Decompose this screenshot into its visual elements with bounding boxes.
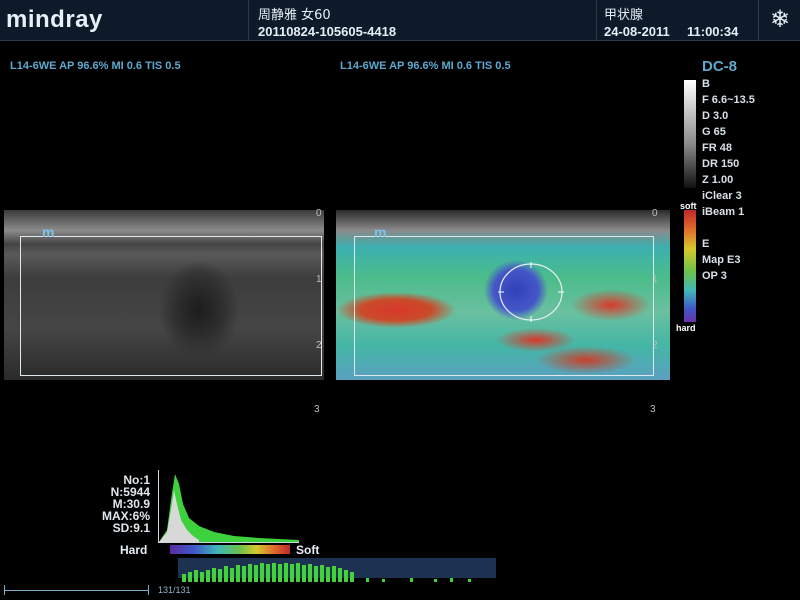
- elasticity-color-bar: [684, 210, 696, 322]
- left-roi-box[interactable]: [20, 236, 322, 376]
- param-line: D 3.0: [702, 110, 729, 122]
- right-orientation-marker: m: [374, 224, 387, 240]
- lesion-roi-circle[interactable]: [498, 262, 564, 322]
- param-line: iBeam 1: [702, 206, 745, 218]
- preset-title: DC-8: [702, 58, 738, 75]
- colorbar-hard-label: hard: [676, 323, 696, 333]
- patient-name: 周静雅 女60: [258, 8, 331, 23]
- param-line: [702, 220, 755, 236]
- frame-counter: 131/131: [158, 585, 191, 595]
- header-divider: [758, 0, 759, 40]
- exam-type: 甲状腺: [604, 8, 644, 23]
- param-line: G 65: [702, 126, 726, 138]
- strain-statistics: No:1 N:5944 M:30.9 MAX:6% SD:9.1: [60, 474, 150, 534]
- imaging-parameters: B F 6.6~13.5 D 3.0 G 65 FR 48 DR 150 Z 1…: [702, 76, 755, 284]
- brand-logo: mindray: [6, 6, 103, 33]
- cine-timeline[interactable]: [4, 590, 149, 591]
- param-line: DR 150: [702, 158, 740, 170]
- header-bar: mindray 周静雅 女60 20110824-105605-4418 甲状腺…: [0, 0, 800, 41]
- left-orientation-marker: m: [42, 224, 55, 240]
- patient-id: 20110824-105605-4418: [258, 24, 397, 39]
- left-depth-tick: 1: [316, 274, 322, 285]
- param-line: F 6.6~13.5: [702, 94, 755, 106]
- right-probe-info: L14-6WE AP 96.6% MI 0.6 TIS 0.5: [340, 60, 511, 72]
- exam-date: 24-08-2011: [604, 24, 670, 39]
- histogram-hard-label: Hard: [120, 543, 148, 557]
- left-depth-tick: 2: [316, 340, 322, 351]
- header-divider: [248, 0, 249, 40]
- left-depth-tick: 3: [314, 404, 320, 415]
- param-line: OP 3: [702, 270, 727, 282]
- right-depth-tick: 3: [650, 404, 656, 415]
- param-line: B: [702, 78, 710, 90]
- exam-time: 11:00:34: [687, 24, 739, 39]
- right-depth-tick: 2: [652, 340, 658, 351]
- param-line: FR 48: [702, 142, 732, 154]
- left-depth-tick: 0: [316, 208, 322, 219]
- left-probe-info: L14-6WE AP 96.6% MI 0.6 TIS 0.5: [10, 60, 181, 72]
- header-divider: [596, 0, 597, 40]
- frame-quality-bars: [182, 563, 471, 582]
- strain-histogram: [158, 470, 299, 543]
- cine-end-marker[interactable]: [148, 585, 149, 595]
- stat-sd: SD:9.1: [112, 521, 150, 535]
- snowflake-icon[interactable]: ❄: [766, 6, 794, 34]
- histogram-soft-label: Soft: [296, 543, 320, 557]
- grayscale-bar: [684, 80, 696, 188]
- right-depth-tick: 0: [652, 208, 658, 219]
- right-depth-tick: 1: [652, 274, 658, 285]
- param-line: Z 1.00: [702, 174, 734, 186]
- param-line: iClear 3: [702, 190, 742, 202]
- cine-start-marker[interactable]: [4, 585, 5, 595]
- param-line: Map E3: [702, 254, 741, 266]
- hard-soft-scale: [170, 545, 290, 554]
- param-line: E: [702, 238, 710, 250]
